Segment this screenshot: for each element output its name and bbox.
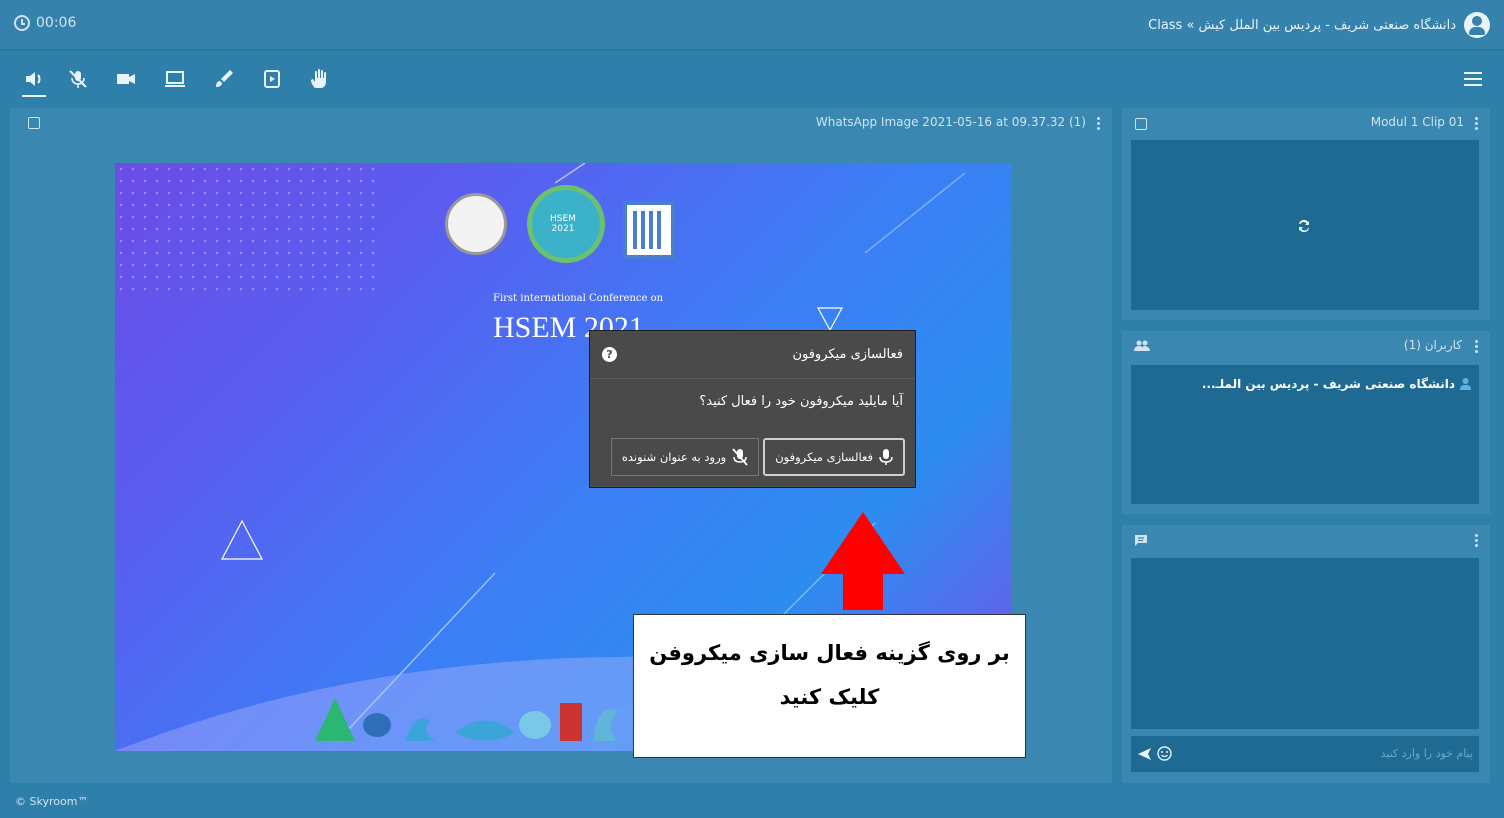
join-as-listener-button[interactable]: ورود به عنوان شنونده [610,438,760,476]
clock-icon [14,15,30,31]
red-arrow-head [821,512,905,574]
hsem-logo: HSEM 2021 [527,185,605,263]
user-icon [1460,378,1471,390]
callout-line-2: کلیک کنید [779,685,880,709]
more-options-icon[interactable] [1475,117,1478,130]
video-area [1131,140,1479,310]
user-avatar-icon[interactable] [1464,12,1490,38]
chat-icon [1135,535,1147,546]
footer-brand: © Skyroom™ [15,795,89,808]
help-icon[interactable]: ? [602,347,617,362]
activate-microphone-button[interactable]: فعالسازی میکروفون [763,438,905,476]
activate-microphone-label: فعالسازی میکروفون [775,450,873,464]
users-title: کاربران (1) [1403,338,1462,352]
presentation-panel-header: WhatsApp Image 2021-05-16 at 09.37.32 (1… [10,108,1112,138]
mic-off-icon[interactable] [66,67,90,91]
users-panel-header: کاربران (1) [1122,331,1490,361]
file-title: WhatsApp Image 2021-05-16 at 09.37.32 (1… [815,115,1086,129]
microphone-activation-dialog: فعالسازی میکروفون ? آیا مایلید میکروفون … [589,330,916,488]
toolbar [0,50,1504,106]
instruction-callout: بر روی گزینه فعال سازی میکروفن کلیک کنید [633,614,1026,758]
slide-subtitle: First international Conference on [493,293,664,304]
more-options-icon[interactable] [1097,117,1100,130]
brush-icon[interactable] [212,67,236,91]
room-title: دانشگاه صنعتی شریف - پردیس بین الملل کیش… [1148,17,1456,33]
chat-input[interactable]: پیام خود را وارد کنید [1380,747,1473,760]
video-panel-header: Modul 1 Clip 01 [1122,108,1490,138]
join-as-listener-label: ورود به عنوان شنونده [621,450,727,464]
refresh-icon[interactable] [1296,218,1312,234]
mic-icon [879,449,893,465]
raise-hand-icon[interactable] [307,67,331,91]
media-play-icon[interactable] [260,67,284,91]
dialog-header: فعالسازی میکروفون ? [590,331,915,379]
users-panel: کاربران (1) دانشگاه صنعتی شریف - پردیس ب… [1122,331,1490,514]
more-options-icon[interactable] [1475,340,1478,353]
mic-off-icon [732,448,748,466]
list-item[interactable]: دانشگاه صنعتی شریف - پردیس بین الملـ... [1202,377,1471,391]
timer-text: 00:06 [36,15,77,31]
video-title: Modul 1 Clip 01 [1370,115,1464,129]
users-list: دانشگاه صنعتی شریف - پردیس بین الملـ... [1131,365,1479,504]
top-bar: 00:06 دانشگاه صنعتی شریف - پردیس بین الم… [0,0,1504,50]
dialog-buttons: فعالسازی میکروفون ورود به عنوان شنونده [600,438,905,476]
users-icon [1134,340,1150,351]
chat-panel: پیام خود را وارد کنید [1122,525,1490,783]
send-icon[interactable] [1136,746,1152,762]
menu-icon[interactable] [1464,72,1482,86]
institute-logo [623,201,675,259]
red-arrow-body [843,573,883,610]
callout-line-1: بر روی گزینه فعال سازی میکروفن [649,641,1010,665]
session-timer: 00:06 [14,15,76,31]
speaker-icon[interactable] [22,67,46,97]
media-play-icon[interactable] [1135,118,1147,130]
user-name: دانشگاه صنعتی شریف - پردیس بین الملـ... [1201,377,1455,391]
screen-share-icon[interactable] [163,67,187,91]
camera-icon[interactable] [114,67,138,91]
dialog-question: آیا مایلید میکروفون خود را فعال کنید؟ [699,394,903,409]
media-play-icon[interactable] [28,117,40,129]
more-options-icon[interactable] [1475,534,1478,547]
chat-panel-header [1122,525,1490,555]
chat-messages [1131,558,1479,729]
video-panel: Modul 1 Clip 01 [1122,108,1490,320]
room-title-area: دانشگاه صنعتی شریف - پردیس بین الملل کیش… [1148,12,1490,38]
chat-input-bar: پیام خود را وارد کنید [1131,736,1479,772]
university-logo [445,193,507,255]
dialog-title: فعالسازی میکروفون [792,347,903,362]
emoji-icon[interactable] [1157,746,1172,761]
